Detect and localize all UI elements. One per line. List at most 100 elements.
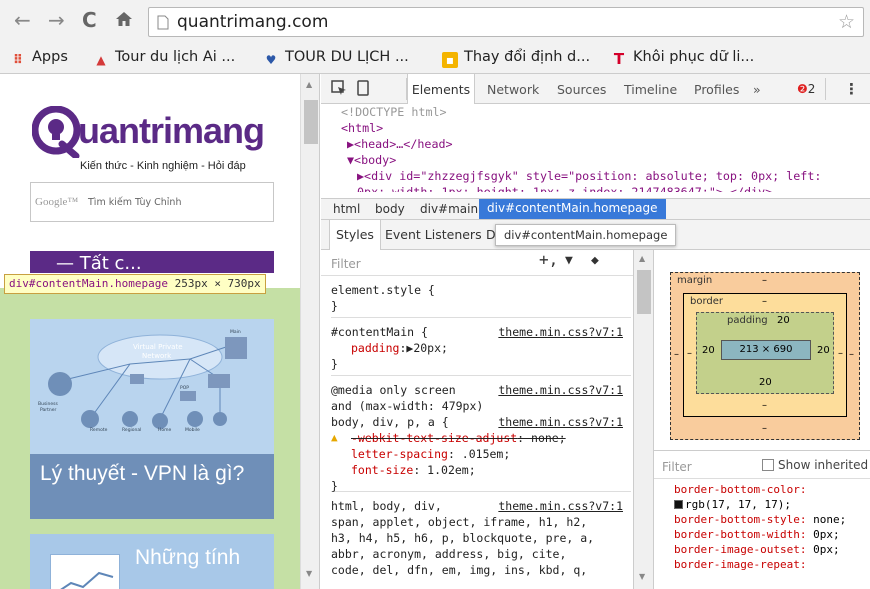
prop-name: border-bottom-style: <box>674 513 807 526</box>
css-property[interactable]: font-size: 1.02em; <box>331 462 631 478</box>
computed-property[interactable]: border-bottom-color: <box>674 482 870 497</box>
computed-styles-list: border-bottom-color: rgb(17, 17, 17); bo… <box>674 482 870 572</box>
breadcrumb-selected[interactable]: div#contentMain.homepage <box>479 199 666 219</box>
browser-toolbar: ← → C quantrimang.com ☆ <box>0 0 870 44</box>
computed-property[interactable]: border-image-repeat: <box>674 557 870 572</box>
margin-label: margin <box>677 275 713 286</box>
home-icon[interactable] <box>114 9 134 33</box>
breadcrumb-div-main[interactable]: div#main <box>420 202 478 216</box>
logo-tagline: Kiến thức - Kinh nghiệm - Hỏi đáp <box>80 160 246 172</box>
computed-property[interactable]: rgb(17, 17, 17); <box>674 497 870 512</box>
tab-divider <box>825 78 826 100</box>
bookmark-apps[interactable]: ⠿ Apps <box>10 49 68 69</box>
computed-property[interactable]: border-bottom-style: none; <box>674 512 870 527</box>
tab-profiles[interactable]: Profiles <box>694 82 739 97</box>
article-card-2[interactable]: Những tính <box>30 534 274 589</box>
devtools-menu-icon[interactable]: ⋮ <box>844 80 859 98</box>
breadcrumb-html[interactable]: html <box>333 202 360 216</box>
inspect-element-icon[interactable] <box>331 80 347 100</box>
custom-search-box[interactable]: Google™ Tìm kiếm Tùy Chỉnh <box>30 182 274 222</box>
computed-property[interactable]: border-image-outset: 0px; <box>674 542 870 557</box>
content-size: 213 × 690 <box>739 344 793 355</box>
dom-line[interactable]: ▼<body> <box>321 152 870 168</box>
device-mode-icon[interactable] <box>357 80 369 100</box>
article-card-vpn[interactable]: Virtual Private Network Business Partner… <box>30 319 274 519</box>
scroll-down-arrow-icon[interactable]: ▼ <box>306 569 312 578</box>
svg-text:Home: Home <box>158 427 172 433</box>
box-model-margin[interactable]: margin – – – – border – – – – padding 20… <box>670 272 860 440</box>
scrollbar-thumb[interactable] <box>304 100 318 144</box>
reload-icon[interactable]: C <box>82 8 97 32</box>
bookmark-label: Khôi phục dữ li... <box>633 49 755 65</box>
page-scrollbar[interactable]: ▲ ▼ <box>300 74 320 589</box>
forward-arrow-icon[interactable]: → <box>48 8 65 32</box>
color-format-icon[interactable]: ◆ <box>591 253 599 269</box>
bookmark-tour-du-lich[interactable]: ♥ TOUR DU LỊCH ... <box>263 49 409 68</box>
quantrimang-logo[interactable]: uantrimang <box>31 105 265 162</box>
tab-sources[interactable]: Sources <box>557 82 606 97</box>
rule-source-link[interactable]: theme.min.css?v7:1 <box>498 324 623 340</box>
checkbox-icon[interactable] <box>762 459 774 471</box>
margin-bottom-value: – <box>762 423 767 434</box>
article-title[interactable]: Lý thuyết - VPN là gì? <box>40 460 260 488</box>
menu-label: — Tất c... <box>56 253 142 273</box>
subtab-event-listeners[interactable]: Event Listeners <box>385 227 482 242</box>
color-swatch-icon[interactable] <box>674 500 683 509</box>
new-rule-icon[interactable]: +, <box>539 252 558 268</box>
bookmark-star-icon[interactable]: ☆ <box>838 11 855 33</box>
pin-state-icon[interactable]: ▼ <box>565 253 573 269</box>
prop-name: border-bottom-width: <box>674 528 807 541</box>
box-model-border[interactable]: border – – – – padding 20 20 20 20 213 ×… <box>683 293 847 417</box>
styles-scrollbar[interactable]: ▲ ▼ <box>633 250 653 589</box>
error-icon: ❷ <box>797 82 808 96</box>
style-rule: html, body, div, theme.min.css?v7:1 span… <box>331 498 631 589</box>
tab-elements[interactable]: Elements <box>407 74 475 104</box>
box-model-content[interactable]: 213 × 690 <box>721 340 811 360</box>
dom-line[interactable]: 0px; width: 1px; height: 1px; z-index: 2… <box>321 184 870 192</box>
dom-line[interactable]: ▶<div id="zhzzegjfsgyk" style="position:… <box>321 168 870 184</box>
rule-close: } <box>331 299 338 313</box>
box-model-padding[interactable]: padding 20 20 20 20 213 × 690 <box>696 312 834 394</box>
show-inherited-toggle[interactable]: Show inherited <box>762 458 868 472</box>
rule-source-link[interactable]: theme.min.css?v7:1 <box>498 498 623 514</box>
padding-bottom-value: 20 <box>759 377 772 388</box>
rule-source-link[interactable]: theme.min.css?v7:1 <box>498 414 623 430</box>
styles-filter-bar: Filter +, ▼ ◆ <box>321 250 633 276</box>
rule-selector-line: span, applet, object, iframe, h1, h2, <box>331 515 588 529</box>
category-menu-bar[interactable]: — Tất c... <box>30 251 274 273</box>
svg-text:Mobile: Mobile <box>185 427 200 433</box>
padding-top-value: 20 <box>777 315 790 326</box>
back-arrow-icon[interactable]: ← <box>14 8 31 32</box>
dom-line[interactable]: <html> <box>321 120 870 136</box>
prop-value: 0px; <box>813 528 840 541</box>
rule-source-link[interactable]: theme.min.css?v7:1 <box>498 382 623 398</box>
bookmark-thay-doi[interactable]: ▪ Thay đổi định d... <box>442 49 590 68</box>
scrollbar-thumb[interactable] <box>637 270 651 314</box>
dom-line[interactable]: ▶<head>…</head> <box>321 136 870 152</box>
tab-network[interactable]: Network <box>487 82 539 97</box>
subtab-styles[interactable]: Styles <box>329 220 381 250</box>
scroll-up-arrow-icon[interactable]: ▲ <box>639 254 645 263</box>
address-bar[interactable]: quantrimang.com ☆ <box>148 7 864 37</box>
vpn-diagram-image: Virtual Private Network Business Partner… <box>30 319 274 454</box>
error-counter[interactable]: ❷2 <box>797 82 815 96</box>
bookmark-tour-ai[interactable]: ▲ Tour du lịch Ai ... <box>93 49 235 68</box>
rule-selector[interactable]: element.style { <box>331 282 631 298</box>
svg-text:Regional: Regional <box>122 427 141 433</box>
scroll-down-arrow-icon[interactable]: ▼ <box>639 572 645 581</box>
css-property[interactable]: letter-spacing: .015em; <box>331 446 631 462</box>
box-model-pane: margin – – – – border – – – – padding 20… <box>653 250 870 589</box>
computed-filter-input[interactable]: Filter <box>662 460 692 474</box>
devtools-panel: Elements Network Sources Timeline Profil… <box>321 74 870 589</box>
dom-line[interactable]: <!DOCTYPE html> <box>321 104 870 120</box>
css-property[interactable]: padding:▶20px; <box>331 340 631 356</box>
more-tabs-button[interactable]: » <box>753 82 761 97</box>
styles-filter-input[interactable]: Filter <box>331 256 361 272</box>
breadcrumb-body[interactable]: body <box>375 202 405 216</box>
scroll-up-arrow-icon[interactable]: ▲ <box>306 80 312 89</box>
css-property-overridden[interactable]: ▲ -webkit-text-size-adjust: none; <box>331 430 631 446</box>
svg-text:Partner: Partner <box>40 407 57 413</box>
bookmark-khoi-phuc[interactable]: T Khôi phục dữ li... <box>611 49 754 67</box>
tab-timeline[interactable]: Timeline <box>624 82 677 97</box>
computed-property[interactable]: border-bottom-width: 0px; <box>674 527 870 542</box>
